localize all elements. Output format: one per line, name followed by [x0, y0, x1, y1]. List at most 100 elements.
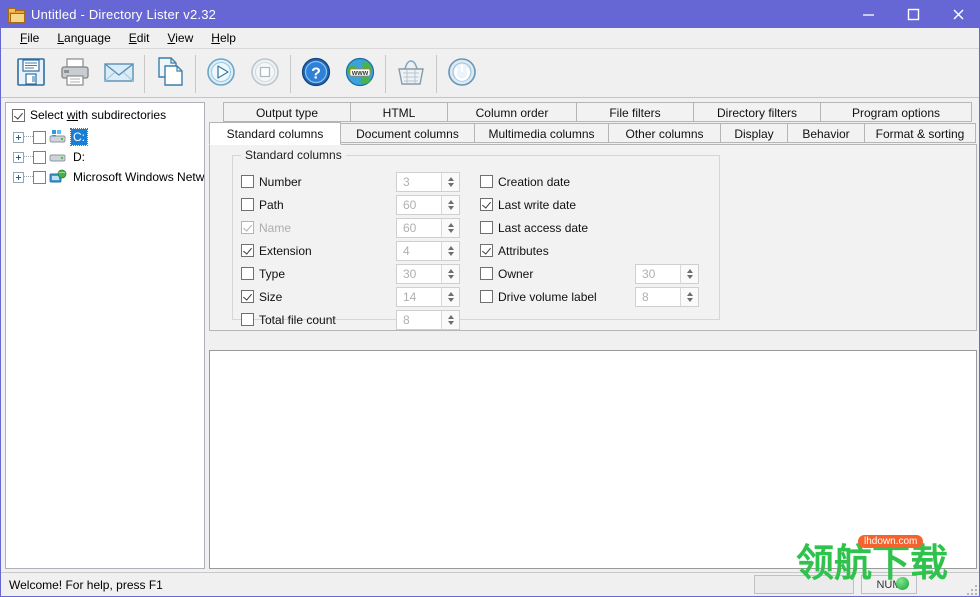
- option-total-file-count[interactable]: Total file count 8: [241, 308, 460, 331]
- checkbox-owner[interactable]: [480, 267, 493, 280]
- tab-other-columns[interactable]: Other columns: [608, 123, 721, 143]
- directory-tree-panel[interactable]: Select with subdirectories C: D: Microso…: [5, 102, 205, 569]
- spinner-extension[interactable]: 4: [396, 240, 460, 261]
- spinner-name[interactable]: 60: [396, 217, 460, 238]
- checkbox-extension[interactable]: [241, 244, 254, 257]
- spinner-buttons[interactable]: [441, 310, 459, 329]
- close-button[interactable]: [936, 1, 979, 28]
- tab-directory-filters[interactable]: Directory filters: [693, 102, 821, 122]
- spinner-value-type[interactable]: 30: [397, 265, 441, 283]
- spinner-down-icon[interactable]: [447, 251, 454, 256]
- checkbox-type[interactable]: [241, 267, 254, 280]
- spinner-value-extension[interactable]: 4: [397, 242, 441, 260]
- print-button[interactable]: [53, 52, 97, 96]
- spinner-up-icon[interactable]: [686, 291, 693, 296]
- resize-grip[interactable]: [963, 581, 977, 595]
- email-button[interactable]: [97, 52, 141, 96]
- expander-plus-icon[interactable]: [13, 131, 24, 143]
- menu-item-help[interactable]: Help: [202, 29, 245, 47]
- spinner-number[interactable]: 3: [396, 171, 460, 192]
- spinner-total-file-count[interactable]: 8: [396, 309, 460, 330]
- copy-button[interactable]: [148, 52, 192, 96]
- tree-node-network[interactable]: Microsoft Windows Network: [6, 167, 204, 187]
- spinner-buttons[interactable]: [441, 264, 459, 283]
- spinner-owner[interactable]: 30: [635, 263, 699, 284]
- preview-pane[interactable]: [209, 350, 977, 569]
- spinner-value-drive-volume-label[interactable]: 8: [636, 288, 680, 306]
- spinner-down-icon[interactable]: [447, 205, 454, 210]
- spinner-value-size[interactable]: 14: [397, 288, 441, 306]
- tree-label-network[interactable]: Microsoft Windows Network: [71, 169, 204, 185]
- option-number[interactable]: Number 3: [241, 170, 460, 193]
- expander-plus-icon[interactable]: [13, 151, 24, 163]
- option-type[interactable]: Type 30: [241, 262, 460, 285]
- tree-checkbox-c[interactable]: [33, 130, 46, 144]
- spinner-value-name[interactable]: 60: [397, 219, 441, 237]
- spinner-size[interactable]: 14: [396, 286, 460, 307]
- spinner-buttons[interactable]: [680, 264, 698, 283]
- tab-html[interactable]: HTML: [350, 102, 448, 122]
- option-size[interactable]: Size 14: [241, 285, 460, 308]
- website-button[interactable]: www: [338, 52, 382, 96]
- expander-plus-icon[interactable]: [13, 171, 24, 183]
- select-with-subdirectories-row[interactable]: Select with subdirectories: [6, 106, 204, 124]
- spinner-up-icon[interactable]: [447, 176, 454, 181]
- checkbox-path[interactable]: [241, 198, 254, 211]
- spinner-buttons[interactable]: [441, 195, 459, 214]
- tree-checkbox-d[interactable]: [33, 150, 46, 164]
- spinner-value-owner[interactable]: 30: [636, 265, 680, 283]
- menu-item-view[interactable]: View: [158, 29, 202, 47]
- spinner-down-icon[interactable]: [447, 228, 454, 233]
- tree-label-c[interactable]: C:: [70, 128, 88, 146]
- option-last-write-date[interactable]: Last write date: [480, 193, 597, 216]
- spinner-up-icon[interactable]: [686, 268, 693, 273]
- spinner-up-icon[interactable]: [447, 291, 454, 296]
- spinner-type[interactable]: 30: [396, 263, 460, 284]
- spinner-value-path[interactable]: 60: [397, 196, 441, 214]
- drive-tree[interactable]: C: D: Microsoft Windows Netw: [6, 124, 204, 187]
- checkbox-drive-volume-label[interactable]: [480, 290, 493, 303]
- spinner-up-icon[interactable]: [447, 222, 454, 227]
- spinner-value-total-file-count[interactable]: 8: [397, 311, 441, 329]
- tab-column-order[interactable]: Column order: [447, 102, 577, 122]
- tab-output-type[interactable]: Output type: [223, 102, 351, 122]
- checkbox-attributes[interactable]: [480, 244, 493, 257]
- spinner-down-icon[interactable]: [447, 274, 454, 279]
- option-owner[interactable]: Owner 30: [480, 262, 699, 285]
- spinner-buttons[interactable]: [441, 172, 459, 191]
- spinner-up-icon[interactable]: [447, 199, 454, 204]
- checkbox-last-write-date[interactable]: [480, 198, 493, 211]
- option-drive-volume-label[interactable]: Drive volume label 8: [480, 285, 699, 308]
- start-button[interactable]: [199, 52, 243, 96]
- tab-format-sorting[interactable]: Format & sorting: [864, 123, 976, 143]
- tab-program-options[interactable]: Program options: [820, 102, 972, 122]
- spinner-path[interactable]: 60: [396, 194, 460, 215]
- menu-item-language[interactable]: Language: [48, 29, 119, 47]
- checkbox-size[interactable]: [241, 290, 254, 303]
- checkbox-last-access-date[interactable]: [480, 221, 493, 234]
- checkbox-number[interactable]: [241, 175, 254, 188]
- help-button[interactable]: ?: [294, 52, 338, 96]
- tree-checkbox-network[interactable]: [33, 170, 46, 184]
- spinner-drive-volume-label[interactable]: 8: [635, 286, 699, 307]
- stop-button[interactable]: [243, 52, 287, 96]
- tab-file-filters[interactable]: File filters: [576, 102, 694, 122]
- save-button[interactable]: [9, 52, 53, 96]
- tab-multimedia-columns[interactable]: Multimedia columns: [474, 123, 609, 143]
- tab-standard-columns[interactable]: Standard columns: [209, 122, 341, 145]
- spinner-up-icon[interactable]: [447, 314, 454, 319]
- select-with-subdirectories-checkbox[interactable]: [12, 108, 25, 122]
- spinner-down-icon[interactable]: [447, 182, 454, 187]
- menu-item-file[interactable]: File: [11, 29, 48, 47]
- spinner-buttons[interactable]: [441, 241, 459, 260]
- tree-label-d[interactable]: D:: [71, 149, 87, 165]
- minimize-button[interactable]: [846, 1, 891, 28]
- menu-item-edit[interactable]: Edit: [120, 29, 159, 47]
- spinner-down-icon[interactable]: [447, 297, 454, 302]
- spinner-down-icon[interactable]: [686, 297, 693, 302]
- maximize-button[interactable]: [891, 1, 936, 28]
- option-path[interactable]: Path 60: [241, 193, 460, 216]
- spinner-down-icon[interactable]: [686, 274, 693, 279]
- spinner-buttons[interactable]: [441, 218, 459, 237]
- tree-node-d[interactable]: D:: [6, 147, 204, 167]
